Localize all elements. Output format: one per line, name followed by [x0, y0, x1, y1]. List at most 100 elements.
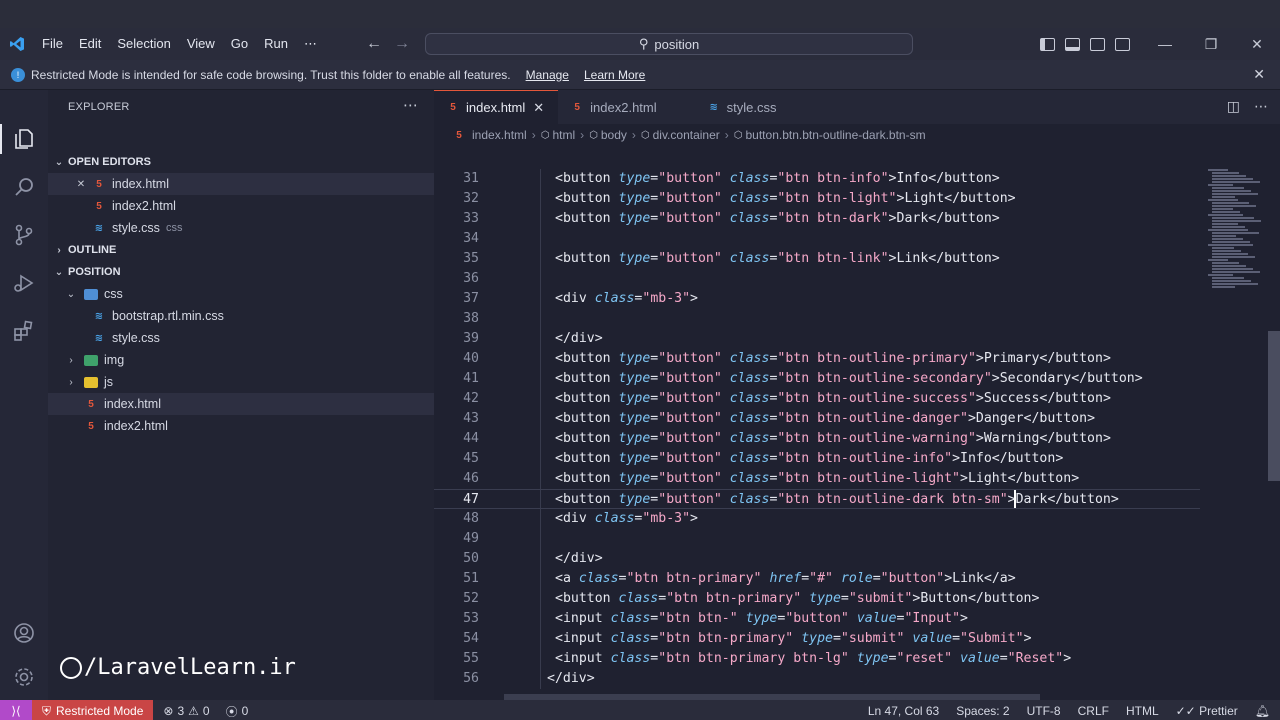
tree-file-index2-html[interactable]: 5 index2.html [48, 415, 434, 437]
close-editor-icon[interactable]: ✕ [74, 179, 88, 190]
code-line[interactable]: 44 <button type="button" class="btn btn-o… [434, 429, 1200, 449]
menu-selection[interactable]: Selection [109, 28, 178, 60]
breadcrumb-label: index.html [472, 128, 527, 142]
cursor-position[interactable]: Ln 47, Col 63 [868, 704, 939, 718]
open-editor-style-css[interactable]: ≋ style.css css [48, 217, 434, 239]
menu-edit[interactable]: Edit [71, 28, 109, 60]
minimap[interactable] [1206, 169, 1266, 289]
tree-folder-img[interactable]: › img [48, 349, 434, 371]
code-line[interactable]: 47 <button type="button" class="btn btn-o… [434, 489, 1200, 509]
code-line[interactable]: 36 [434, 269, 1200, 289]
code-line[interactable]: 42 <button type="button" class="btn btn-o… [434, 389, 1200, 409]
split-editor-icon[interactable]: ◫ [1227, 98, 1240, 115]
code-line[interactable]: 54 <input class="btn btn-primary" type="s… [434, 629, 1200, 649]
manage-link[interactable]: Manage [526, 68, 569, 82]
code-line[interactable]: 32 <button type="button" class="btn btn-l… [434, 189, 1200, 209]
menu-view[interactable]: View [179, 28, 223, 60]
code-line[interactable]: 46 <button type="button" class="btn btn-o… [434, 469, 1200, 489]
more-actions-icon[interactable]: ⋯ [1254, 98, 1268, 115]
code-line[interactable]: 34 [434, 229, 1200, 249]
toggle-panel-icon[interactable] [1065, 37, 1080, 51]
code-line[interactable]: 51 <a class="btn btn-primary" href="#" ro… [434, 569, 1200, 589]
code-line[interactable]: 40 <button type="button" class="btn btn-o… [434, 349, 1200, 369]
remote-indicator-icon[interactable]: ⟩⟨ [0, 700, 32, 720]
chevron-right-icon: › [69, 376, 73, 388]
settings-gear-icon[interactable] [10, 663, 38, 691]
code-line[interactable]: 35 <button type="button" class="btn btn-l… [434, 249, 1200, 269]
code-line[interactable]: 53 <input class="btn btn-" type="button" … [434, 609, 1200, 629]
tree-file-bootstrap[interactable]: ≋ bootstrap.rtl.min.css [48, 305, 434, 327]
folder-img-icon [84, 354, 98, 366]
toggle-secondary-sidebar-icon[interactable] [1090, 37, 1105, 51]
notifications-bell-icon[interactable]: 🔔︎ [1255, 704, 1270, 718]
language-mode[interactable]: HTML [1126, 704, 1159, 718]
shield-icon: ⛨ [42, 703, 52, 718]
breadcrumb-item[interactable]: 5 index.html [452, 128, 527, 142]
explorer-more-actions-icon[interactable]: ⋯ [403, 96, 418, 114]
customize-layout-icon[interactable] [1115, 37, 1130, 51]
end-of-line[interactable]: CRLF [1078, 704, 1109, 718]
indentation[interactable]: Spaces: 2 [956, 704, 1009, 718]
open-editor-index-html[interactable]: ✕ 5 index.html [48, 173, 434, 195]
code-line[interactable]: 50 </div> [434, 549, 1200, 569]
code-line[interactable]: 41 <button type="button" class="btn btn-o… [434, 369, 1200, 389]
problems-status[interactable]: ⊗ 3 ⚠ 0 [163, 704, 209, 718]
tab-label: index2.html [590, 99, 657, 115]
tab-index2-html[interactable]: 5 index2.html [558, 90, 694, 124]
tree-file-index-html[interactable]: 5 index.html [48, 393, 434, 415]
prettier-status[interactable]: ✓✓ Prettier [1176, 704, 1238, 718]
code-line[interactable]: 43 <button type="button" class="btn btn-o… [434, 409, 1200, 429]
minimize-icon[interactable]: — [1142, 28, 1188, 60]
open-editors-header[interactable]: ⌄ OPEN EDITORS [48, 151, 434, 173]
code-line[interactable]: 48 <div class="mb-3"> [434, 509, 1200, 529]
source-control-icon[interactable] [10, 221, 38, 249]
tab-index-html[interactable]: 5 index.html ✕ [434, 90, 559, 124]
breadcrumb-separator-icon: › [631, 128, 636, 142]
banner-close-icon[interactable]: ✕ [1253, 66, 1265, 83]
account-icon[interactable] [10, 619, 38, 647]
encoding[interactable]: UTF-8 [1027, 704, 1061, 718]
outline-header[interactable]: › OUTLINE [48, 239, 434, 261]
menu-file[interactable]: File [34, 28, 71, 60]
project-header[interactable]: ⌄ POSITION [48, 261, 434, 283]
ports-status[interactable]: ⦿ 0 [226, 703, 249, 720]
tree-folder-js[interactable]: › js [48, 371, 434, 393]
tree-file-style-css[interactable]: ≋ style.css [48, 327, 434, 349]
menu-go[interactable]: Go [223, 28, 256, 60]
code-line[interactable]: 49 [434, 529, 1200, 549]
close-tab-icon[interactable]: ✕ [533, 100, 544, 116]
restricted-mode-status[interactable]: ⛨ Restricted Mode [32, 700, 154, 720]
code-line[interactable]: 45 <button type="button" class="btn btn-o… [434, 449, 1200, 469]
code-line[interactable]: 39 </div> [434, 329, 1200, 349]
code-line[interactable]: 37 <div class="mb-3"> [434, 289, 1200, 309]
breadcrumb-item[interactable]: ⬡ button.btn.btn-outline-dark.btn-sm [734, 128, 926, 142]
learn-more-link[interactable]: Learn More [584, 68, 645, 82]
menu-more[interactable]: ⋯ [296, 28, 325, 60]
command-center-search[interactable]: ⚲ position [425, 33, 913, 55]
breadcrumb-item[interactable]: ⬡ div.container [641, 128, 720, 142]
forward-arrow-icon[interactable]: → [394, 35, 410, 53]
close-window-icon[interactable]: ✕ [1234, 28, 1280, 60]
extensions-icon[interactable] [10, 317, 38, 345]
breadcrumb-item[interactable]: ⬡ body [589, 128, 627, 142]
restore-icon[interactable]: ❐ [1188, 28, 1234, 60]
vertical-scrollbar[interactable] [1268, 331, 1280, 481]
tab-style-css[interactable]: ≋ style.css [695, 90, 791, 124]
back-arrow-icon[interactable]: ← [366, 35, 382, 53]
tree-folder-css[interactable]: ⌄ css [48, 283, 434, 305]
code-line[interactable]: 38 [434, 309, 1200, 329]
breadcrumb-separator-icon: › [724, 128, 729, 142]
explorer-files-icon[interactable] [10, 125, 38, 153]
breadcrumb-item[interactable]: ⬡ html [541, 128, 575, 142]
code-line[interactable]: 56 </div> [434, 669, 1200, 689]
code-line[interactable]: 52 <button class="btn btn-primary" type="… [434, 589, 1200, 609]
code-line[interactable]: 55 <input class="btn btn-primary btn-lg" … [434, 649, 1200, 669]
menu-run[interactable]: Run [256, 28, 296, 60]
search-icon[interactable] [10, 173, 38, 201]
code-line[interactable]: 31 <button type="button" class="btn btn-i… [434, 169, 1200, 189]
tree-item-label: bootstrap.rtl.min.css [112, 309, 224, 323]
open-editor-index2-html[interactable]: 5 index2.html [48, 195, 434, 217]
toggle-primary-sidebar-icon[interactable] [1040, 37, 1055, 51]
code-line[interactable]: 33 <button type="button" class="btn btn-d… [434, 209, 1200, 229]
run-debug-icon[interactable] [10, 269, 38, 297]
